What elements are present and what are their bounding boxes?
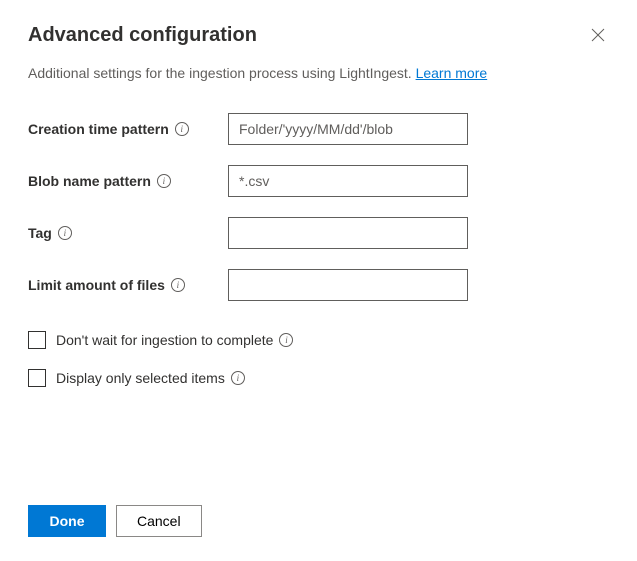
info-icon[interactable]: i xyxy=(175,122,189,136)
info-icon[interactable]: i xyxy=(171,278,185,292)
dont-wait-label-text: Don't wait for ingestion to complete xyxy=(56,332,273,348)
creation-time-label-text: Creation time pattern xyxy=(28,121,169,137)
dont-wait-label: Don't wait for ingestion to complete i xyxy=(56,332,293,348)
creation-time-label: Creation time pattern i xyxy=(28,121,228,137)
dont-wait-checkbox[interactable] xyxy=(28,331,46,349)
info-icon[interactable]: i xyxy=(157,174,171,188)
blob-name-label: Blob name pattern i xyxy=(28,173,228,189)
creation-time-input[interactable] xyxy=(228,113,468,145)
limit-files-label-text: Limit amount of files xyxy=(28,277,165,293)
tag-label-text: Tag xyxy=(28,225,52,241)
limit-files-input[interactable] xyxy=(228,269,468,301)
info-icon[interactable]: i xyxy=(231,371,245,385)
done-button[interactable]: Done xyxy=(28,505,106,537)
blob-name-input[interactable] xyxy=(228,165,468,197)
display-selected-label-text: Display only selected items xyxy=(56,370,225,386)
limit-files-label: Limit amount of files i xyxy=(28,277,228,293)
tag-input[interactable] xyxy=(228,217,468,249)
display-selected-label: Display only selected items i xyxy=(56,370,245,386)
blob-name-label-text: Blob name pattern xyxy=(28,173,151,189)
dialog-title: Advanced configuration xyxy=(28,24,257,47)
tag-label: Tag i xyxy=(28,225,228,241)
info-icon[interactable]: i xyxy=(58,226,72,240)
display-selected-checkbox[interactable] xyxy=(28,369,46,387)
info-icon[interactable]: i xyxy=(279,333,293,347)
dialog-subtitle: Additional settings for the ingestion pr… xyxy=(28,65,609,81)
learn-more-link[interactable]: Learn more xyxy=(416,65,488,81)
close-icon xyxy=(591,28,605,42)
cancel-button[interactable]: Cancel xyxy=(116,505,202,537)
close-button[interactable] xyxy=(587,24,609,49)
subtitle-text: Additional settings for the ingestion pr… xyxy=(28,65,416,81)
